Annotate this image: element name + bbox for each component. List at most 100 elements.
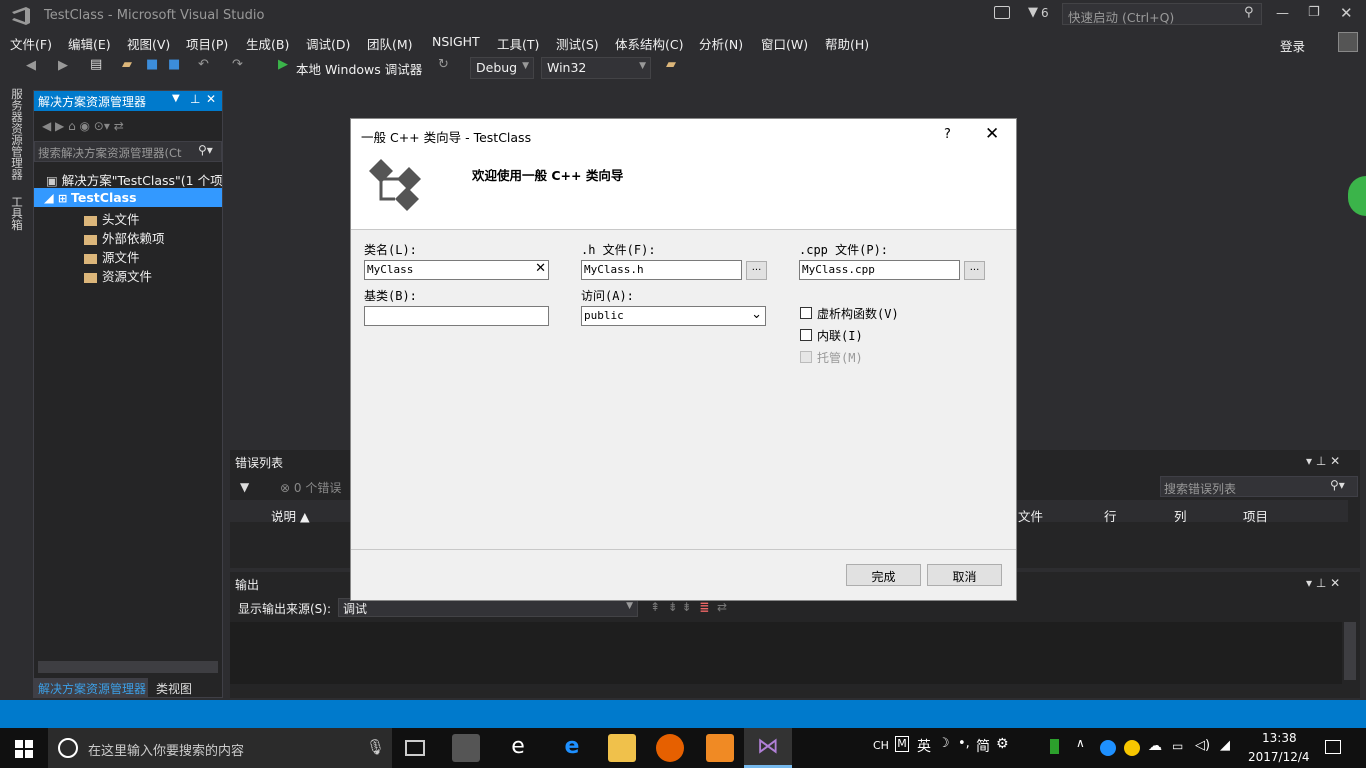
menu-window[interactable]: 窗口(W) (761, 34, 808, 53)
tray-app-blue-icon[interactable] (1100, 740, 1116, 756)
ime-english[interactable]: 英 (917, 736, 931, 756)
minimize-button[interactable]: — (1276, 6, 1289, 21)
find-in-files-icon[interactable]: ▰ (666, 57, 676, 72)
filter-icon[interactable]: ▼ (240, 480, 249, 494)
firefox-icon[interactable] (656, 734, 684, 762)
onedrive-icon[interactable]: ☁ (1148, 738, 1162, 754)
battery-app-icon[interactable] (1050, 739, 1059, 754)
windows-start-icon[interactable] (15, 740, 33, 758)
dialog-close-icon[interactable]: ✕ (985, 124, 999, 144)
col-description[interactable]: 说明 ▲ (271, 506, 310, 525)
menu-nsight[interactable]: NSIGHT (432, 34, 480, 49)
tray-app-yellow-icon[interactable] (1124, 740, 1140, 756)
platform-select[interactable]: Win32 ▼ (541, 57, 651, 79)
output-text-area[interactable] (230, 622, 1342, 684)
ime-punct-icon[interactable]: •, (958, 736, 970, 751)
back-icon[interactable]: ◀ (26, 58, 36, 73)
server-explorer-tab[interactable]: 服务器资源管理器 (9, 88, 25, 180)
visual-studio-taskbar-icon[interactable]: ⋈ (754, 734, 782, 762)
start-debug-icon[interactable]: ▶ (278, 57, 288, 72)
cpp-file-browse-button[interactable]: ... (964, 261, 985, 280)
tree-item-external-deps[interactable]: 外部依赖项 (84, 228, 165, 247)
panel-controls-icons[interactable]: ▾ ⊥ ✕ (1306, 576, 1340, 590)
power-icon[interactable]: ▭ (1172, 739, 1183, 753)
chevron-up-icon[interactable]: ∧ (1076, 736, 1085, 750)
login-button[interactable]: 登录 (1280, 36, 1305, 55)
project-node[interactable]: ◢ ⊞ TestClass (44, 190, 137, 205)
ie-icon[interactable]: e (504, 734, 532, 762)
access-select[interactable]: public ⌄ (581, 306, 766, 326)
menu-edit[interactable]: 编辑(E) (68, 34, 111, 53)
ime-moon-icon[interactable]: ☽ (938, 736, 950, 751)
menu-project[interactable]: 项目(P) (186, 34, 228, 53)
edge-icon[interactable]: e (558, 734, 586, 762)
vertical-scrollbar[interactable] (1344, 622, 1356, 680)
menu-build[interactable]: 生成(B) (246, 34, 289, 53)
inline-checkbox[interactable] (800, 329, 812, 341)
cancel-button[interactable]: 取消 (927, 564, 1002, 586)
menu-team[interactable]: 团队(M) (367, 34, 413, 53)
microphone-icon[interactable]: 🎙 (366, 738, 385, 756)
forward-icon[interactable]: ▶ (58, 58, 68, 73)
h-file-input[interactable]: MyClass.h (581, 260, 742, 280)
cpp-file-input[interactable]: MyClass.cpp (799, 260, 960, 280)
menu-debug[interactable]: 调试(D) (306, 34, 350, 53)
panel-controls-icons[interactable]: ▾ ⊥ ✕ (1306, 454, 1340, 468)
output-toolbar-icons[interactable]: ⇞ ⇟ ⇟ ≣ ⇄ (650, 600, 727, 614)
menu-test[interactable]: 测试(S) (556, 34, 599, 53)
menu-analyze[interactable]: 分析(N) (699, 34, 743, 53)
app-pinwheel-icon[interactable] (452, 734, 480, 762)
save-all-icon[interactable]: ■ (168, 57, 180, 72)
new-project-icon[interactable]: ▤ (90, 57, 102, 72)
solution-search-input[interactable]: 搜索解决方案资源管理器(Ct (34, 141, 222, 162)
col-project[interactable]: 项目 (1243, 506, 1268, 525)
tree-item-resource-files[interactable]: 资源文件 (84, 266, 152, 285)
account-avatar-icon[interactable] (1338, 32, 1358, 52)
config-select[interactable]: Debug ▼ (470, 57, 534, 79)
tree-item-source-files[interactable]: 源文件 (84, 247, 140, 266)
horizontal-scrollbar[interactable] (38, 661, 218, 673)
col-file[interactable]: 文件 (1018, 506, 1043, 525)
col-line[interactable]: 行 (1104, 506, 1117, 525)
error-search-input[interactable]: 搜索错误列表 (1160, 476, 1358, 497)
finish-button[interactable]: 完成 (846, 564, 921, 586)
file-explorer-icon[interactable] (608, 734, 636, 762)
menu-help[interactable]: 帮助(H) (825, 34, 869, 53)
menu-file[interactable]: 文件(F) (10, 34, 52, 53)
action-center-icon[interactable] (1325, 740, 1341, 754)
close-icon[interactable]: ✕ (206, 92, 216, 106)
solution-node[interactable]: ▣ 解决方案"TestClass"(1 个项目 (46, 170, 222, 189)
menu-view[interactable]: 视图(V) (127, 34, 170, 53)
menu-architecture[interactable]: 体系结构(C) (615, 34, 683, 53)
clock-date[interactable]: 2017/12/4 (1248, 750, 1310, 764)
error-count[interactable]: ⊗ 0 个错误 (280, 479, 341, 496)
tab-class-view[interactable]: 类视图 (156, 680, 192, 697)
col-column[interactable]: 列 (1174, 506, 1187, 525)
wifi-icon[interactable]: ◢ (1220, 738, 1230, 753)
clock-time[interactable]: 13:38 (1262, 731, 1297, 745)
h-file-browse-button[interactable]: ... (746, 261, 767, 280)
debugger-button[interactable]: 本地 Windows 调试器 (296, 59, 422, 78)
volume-icon[interactable]: ◁) (1195, 738, 1210, 753)
task-view-icon[interactable] (405, 740, 425, 756)
ime-settings-icon[interactable]: ⚙ (996, 736, 1009, 752)
menu-tools[interactable]: 工具(T) (497, 34, 539, 53)
search-icon[interactable]: ⚲ (1244, 5, 1254, 20)
quick-launch-input[interactable]: 快速启动 (Ctrl+Q) (1062, 3, 1262, 25)
dropdown-icon[interactable]: ▼ (172, 93, 180, 104)
close-button[interactable]: ✕ (1340, 4, 1353, 22)
toolbox-tab[interactable]: 工具箱 (9, 196, 25, 231)
virtual-destructor-checkbox[interactable] (800, 307, 812, 319)
class-name-input[interactable]: MyClass ✕ (364, 260, 549, 280)
search-icon[interactable]: ⚲▾ (1330, 478, 1345, 492)
pin-icon[interactable]: ⊥ (190, 92, 200, 106)
search-icon[interactable]: ⚲▾ (196, 143, 215, 157)
pdf-app-icon[interactable] (706, 734, 734, 762)
notification-icon[interactable]: ▼ (1028, 5, 1038, 20)
refresh-icon[interactable]: ↻ (438, 57, 449, 72)
redo-icon[interactable]: ↷ (232, 57, 243, 72)
tree-item-header-files[interactable]: 头文件 (84, 209, 140, 228)
tab-solution-explorer[interactable]: 解决方案资源管理器 (34, 678, 148, 697)
save-icon[interactable]: ■ (146, 57, 158, 72)
base-class-input[interactable] (364, 306, 549, 326)
